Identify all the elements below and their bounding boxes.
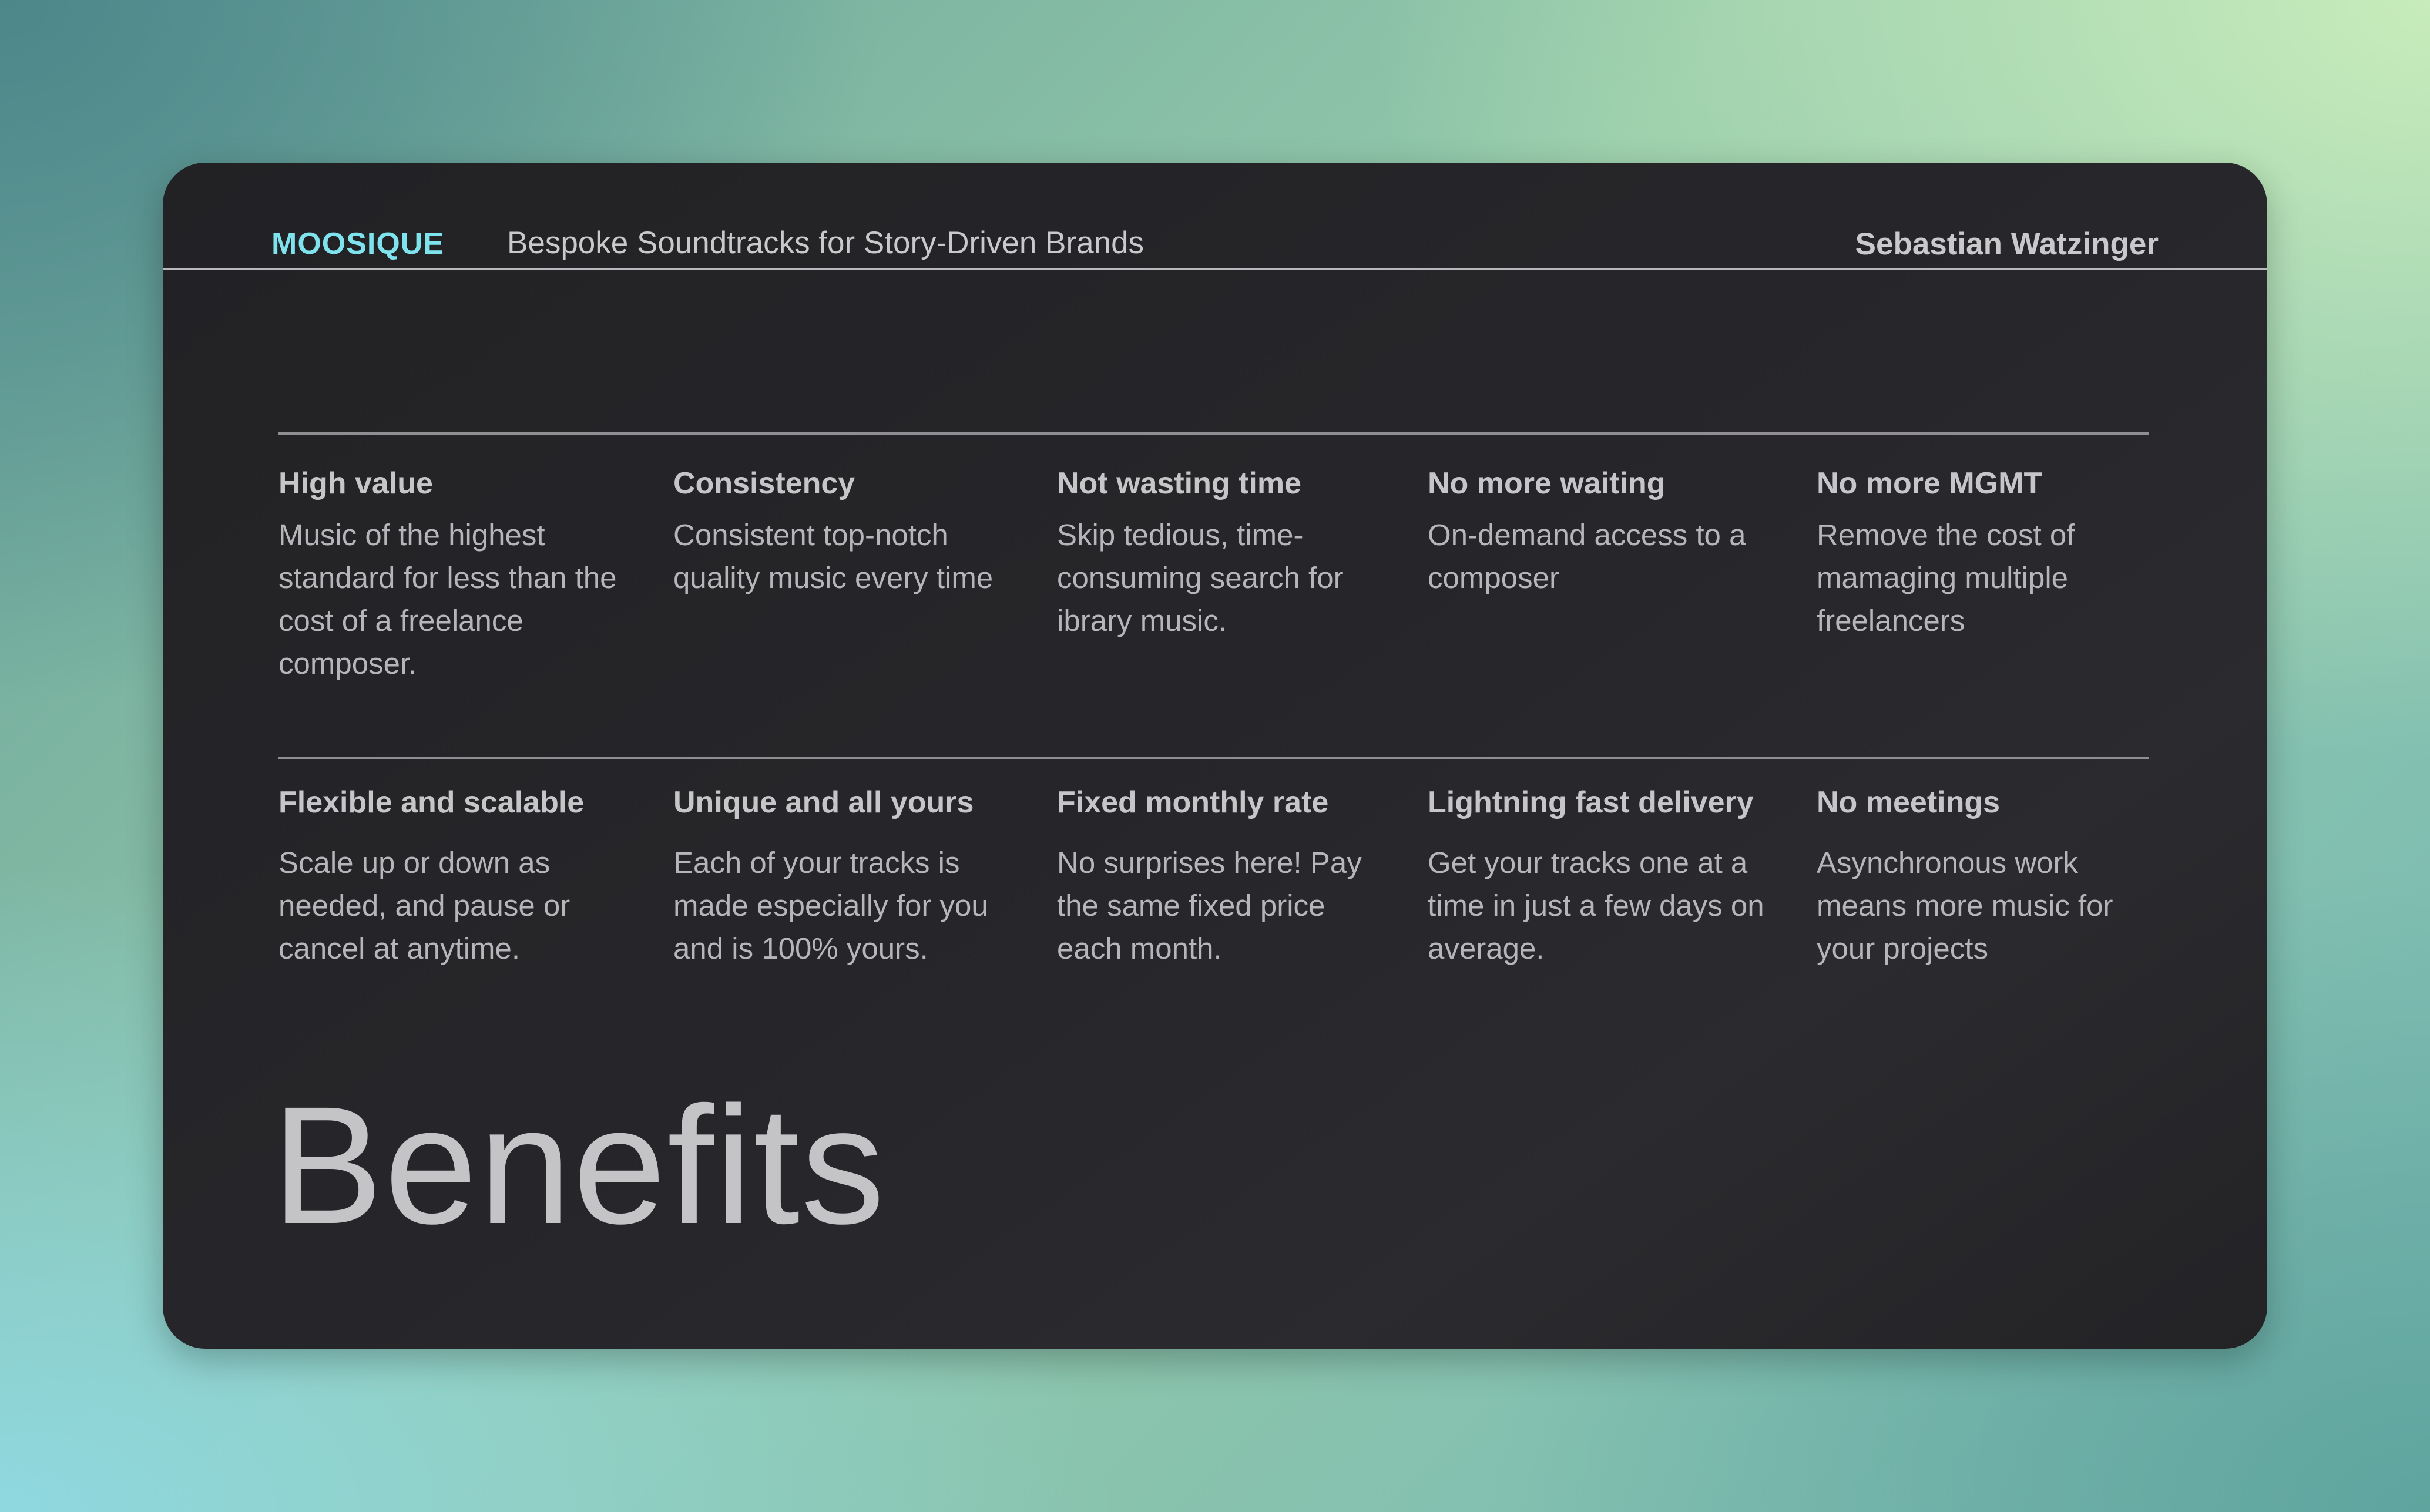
benefit-title: Fixed monthly rate [1057, 785, 1329, 819]
benefit-description: Remove the cost of mamaging multiple fre… [1817, 518, 2075, 637]
benefit-description: Get your tracks one at a time in just a … [1428, 846, 1764, 965]
benefit-fast-delivery: Lightning fast delivery Get your tracks … [1428, 787, 1780, 970]
benefit-title: No more waiting [1428, 466, 1666, 500]
benefit-not-wasting-time: Not wasting time Skip tedious, time-cons… [1057, 468, 1386, 642]
brand-logo: MOOSIQUE [271, 227, 445, 261]
row-divider-middle [278, 757, 2149, 759]
header-bar: MOOSIQUE Bespoke Soundtracks for Story-D… [163, 163, 2267, 270]
benefit-title: No more MGMT [1817, 466, 2043, 500]
benefit-high-value: High value Music of the highest standard… [278, 468, 631, 685]
author-name: Sebastian Watzinger [1855, 227, 2159, 261]
benefit-description: Scale up or down as needed, and pause or… [278, 846, 570, 965]
benefit-title: High value [278, 466, 433, 500]
benefit-title: Lightning fast delivery [1428, 785, 1754, 819]
benefit-title: Consistency [673, 466, 855, 500]
benefit-description: On-demand access to a composer [1428, 518, 1746, 594]
benefit-description: Music of the highest standard for less t… [278, 518, 617, 680]
benefit-description: Skip tedious, time-consuming search for … [1057, 518, 1344, 637]
row-divider-top [278, 432, 2149, 435]
benefit-no-meetings: No meetings Asynchronous work means more… [1817, 787, 2169, 970]
benefit-title: Flexible and scalable [278, 785, 585, 819]
benefit-title: Unique and all yours [673, 785, 974, 819]
benefit-fixed-monthly-rate: Fixed monthly rate No surprises here! Pa… [1057, 787, 1386, 970]
section-heading: Benefits [271, 1072, 886, 1259]
benefit-no-more-mgmt: No more MGMT Remove the cost of mamaging… [1817, 468, 2169, 642]
benefit-no-more-waiting: No more waiting On-demand access to a co… [1428, 468, 1780, 599]
benefit-description: Asynchronous work means more music for y… [1817, 846, 2113, 965]
benefit-flexible-scalable: Flexible and scalable Scale up or down a… [278, 787, 631, 970]
benefit-description: No surprises here! Pay the same fixed pr… [1057, 846, 1362, 965]
benefit-title: Not wasting time [1057, 466, 1302, 500]
brand-tagline: Bespoke Soundtracks for Story-Driven Bra… [507, 226, 1144, 260]
slide-card: MOOSIQUE Bespoke Soundtracks for Story-D… [163, 163, 2267, 1349]
benefit-unique-yours: Unique and all yours Each of your tracks… [673, 787, 1026, 970]
benefit-consistency: Consistency Consistent top-notch quality… [673, 468, 1026, 599]
benefit-description: Each of your tracks is made especially f… [673, 846, 988, 965]
benefit-title: No meetings [1817, 785, 2001, 819]
benefit-description: Consistent top-notch quality music every… [673, 518, 994, 594]
